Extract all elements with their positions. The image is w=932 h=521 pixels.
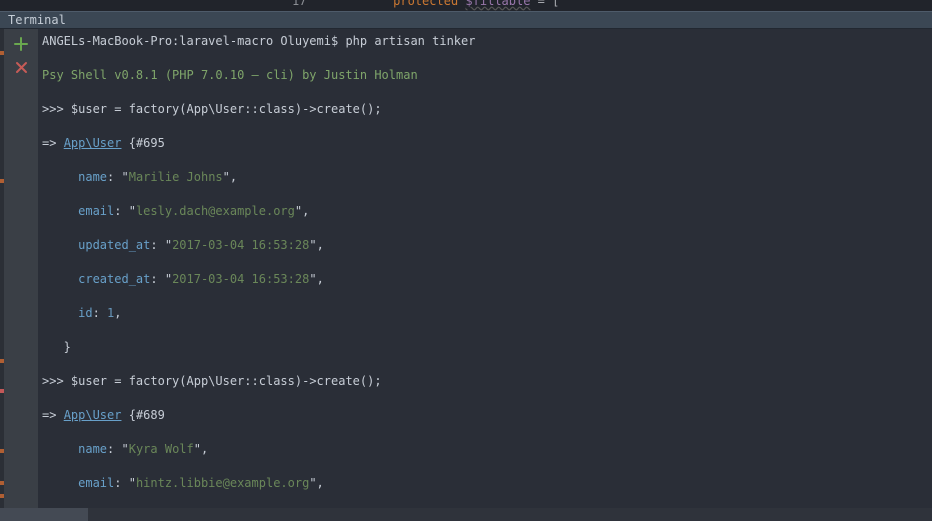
keyword-protected: protected: [393, 0, 458, 8]
bottom-bar: [0, 508, 932, 521]
var-fillable: $fillable: [465, 0, 530, 8]
repl-command: $user = factory(App\User::class)->create…: [71, 374, 382, 388]
overview-mark: [0, 51, 4, 55]
object-hash: #695: [136, 136, 165, 150]
shell-prompt-line: ANGELs-MacBook-Pro:laravel-macro Oluyemi…: [42, 33, 932, 50]
obj-close-1: }: [42, 339, 932, 356]
kv-name-2: name: "Kyra Wolf",: [42, 441, 932, 458]
overview-mark: [0, 449, 4, 453]
terminal-output[interactable]: ANGELs-MacBook-Pro:laravel-macro Oluyemi…: [38, 29, 932, 508]
plus-icon[interactable]: [14, 37, 28, 51]
repl-line-2: >>> $user = factory(App\User::class)->cr…: [42, 373, 932, 390]
shell-command: php artisan tinker: [345, 34, 475, 48]
overview-mark: [0, 359, 4, 363]
overview-mark: [0, 481, 4, 485]
kv-updated-1: updated_at: "2017-03-04 16:53:28",: [42, 237, 932, 254]
overview-mark: [0, 389, 4, 393]
kv-id-1: id: 1,: [42, 305, 932, 322]
kv-created-1: created_at: "2017-03-04 16:53:28",: [42, 271, 932, 288]
terminal-tool-gutter: [4, 29, 38, 508]
bottom-bar-segment[interactable]: [0, 508, 88, 521]
editor-visible-line: 17 protected $fillable = [: [292, 0, 559, 10]
code-rest: = [: [530, 0, 559, 8]
repl-prompt: >>>: [42, 102, 71, 116]
result-header-2: => App\User {#689: [42, 407, 932, 424]
terminal-panel-header[interactable]: Terminal: [0, 11, 932, 29]
repl-line-1: >>> $user = factory(App\User::class)->cr…: [42, 101, 932, 118]
overview-mark: [0, 494, 4, 498]
class-name: App\User: [64, 136, 122, 150]
overview-mark: [0, 179, 4, 183]
result-arrow: =>: [42, 136, 64, 150]
kv-email-1: email: "lesly.dach@example.org",: [42, 203, 932, 220]
result-header-1: => App\User {#695: [42, 135, 932, 152]
terminal-panel-body: ANGELs-MacBook-Pro:laravel-macro Oluyemi…: [0, 29, 932, 508]
result-arrow: =>: [42, 408, 64, 422]
kv-name-1: name: "Marilie Johns",: [42, 169, 932, 186]
class-name: App\User: [64, 408, 122, 422]
terminal-panel-title: Terminal: [8, 12, 66, 29]
editor-top-strip: 17 protected $fillable = [: [0, 0, 932, 11]
repl-command: $user = factory(App\User::class)->create…: [71, 102, 382, 116]
x-icon[interactable]: [15, 61, 28, 74]
kv-email-2: email: "hintz.libbie@example.org",: [42, 475, 932, 492]
shell-host-path: ANGELs-MacBook-Pro:laravel-macro Oluyemi…: [42, 34, 345, 48]
object-hash: #689: [136, 408, 165, 422]
editor-overview-ruler: [0, 29, 4, 508]
psy-shell-banner: Psy Shell v0.8.1 (PHP 7.0.10 — cli) by J…: [42, 67, 932, 84]
repl-prompt: >>>: [42, 374, 71, 388]
editor-lineno: 17: [292, 0, 306, 8]
